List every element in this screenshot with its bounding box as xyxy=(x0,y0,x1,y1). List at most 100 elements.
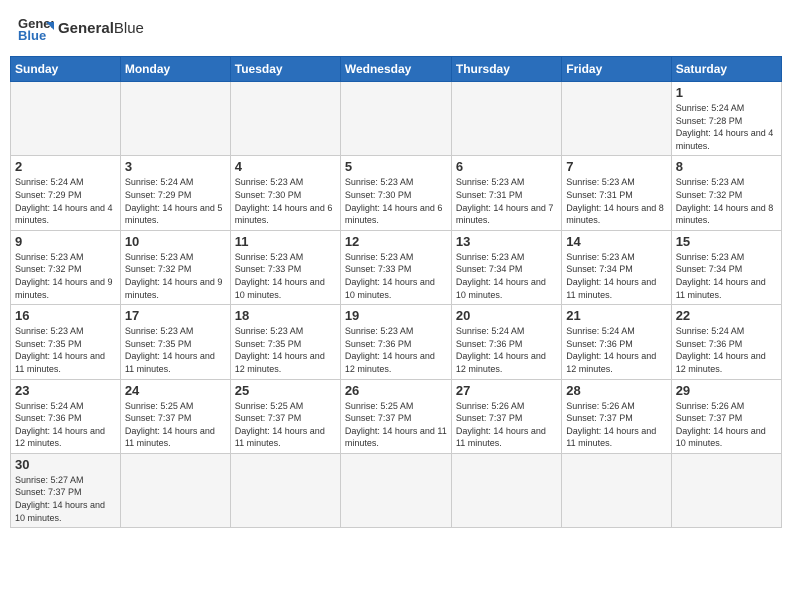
day-number: 19 xyxy=(345,308,447,323)
calendar-cell xyxy=(230,82,340,156)
calendar-week-row: 9 Sunrise: 5:23 AMSunset: 7:32 PMDaylight… xyxy=(11,230,782,304)
calendar-cell: 26 Sunrise: 5:25 AMSunset: 7:37 PMDayligh… xyxy=(340,379,451,453)
day-number: 21 xyxy=(566,308,666,323)
day-number: 24 xyxy=(125,383,226,398)
calendar-cell: 29Sunrise: 5:26 AMSunset: 7:37 PMDayligh… xyxy=(671,379,781,453)
calendar-cell xyxy=(451,453,561,527)
calendar-cell: 28 Sunrise: 5:26 AMSunset: 7:37 PMDayligh… xyxy=(562,379,671,453)
day-number: 30 xyxy=(15,457,116,472)
calendar-cell: 21 Sunrise: 5:24 AMSunset: 7:36 PMDayligh… xyxy=(562,305,671,379)
calendar-cell: 8Sunrise: 5:23 AMSunset: 7:32 PMDaylight… xyxy=(671,156,781,230)
day-number: 14 xyxy=(566,234,666,249)
calendar-cell xyxy=(451,82,561,156)
calendar-cell xyxy=(230,453,340,527)
calendar-cell: 3Sunrise: 5:24 AMSunset: 7:29 PMDaylight… xyxy=(120,156,230,230)
day-number: 18 xyxy=(235,308,336,323)
calendar-cell xyxy=(11,82,121,156)
day-number: 26 xyxy=(345,383,447,398)
calendar-cell: 6Sunrise: 5:23 AMSunset: 7:31 PMDaylight… xyxy=(451,156,561,230)
day-info: Sunrise: 5:23 AMSunset: 7:31 PMDaylight:… xyxy=(566,176,666,226)
calendar-cell: 13 Sunrise: 5:23 AMSunset: 7:34 PMDayligh… xyxy=(451,230,561,304)
day-number: 27 xyxy=(456,383,557,398)
day-number: 12 xyxy=(345,234,447,249)
day-number: 3 xyxy=(125,159,226,174)
day-number: 28 xyxy=(566,383,666,398)
calendar-header-wednesday: Wednesday xyxy=(340,57,451,82)
day-info: Sunrise: 5:24 AMSunset: 7:36 PMDaylight:… xyxy=(566,325,666,375)
day-info: Sunrise: 5:25 AMSunset: 7:37 PMDaylight:… xyxy=(345,400,447,450)
day-info: Sunrise: 5:23 AMSunset: 7:35 PMDaylight:… xyxy=(125,325,226,375)
calendar-cell: 2 Sunrise: 5:24 AMSunset: 7:29 PMDaylight… xyxy=(11,156,121,230)
calendar-header-friday: Friday xyxy=(562,57,671,82)
day-number: 5 xyxy=(345,159,447,174)
calendar-table: SundayMondayTuesdayWednesdayThursdayFrid… xyxy=(10,56,782,528)
calendar-cell: 22 Sunrise: 5:24 AMSunset: 7:36 PMDayligh… xyxy=(671,305,781,379)
day-number: 15 xyxy=(676,234,777,249)
calendar-cell: 5Sunrise: 5:23 AMSunset: 7:30 PMDaylight… xyxy=(340,156,451,230)
day-info: Sunrise: 5:25 AMSunset: 7:37 PMDaylight:… xyxy=(235,400,336,450)
day-info: Sunrise: 5:24 AMSunset: 7:29 PMDaylight:… xyxy=(15,176,116,226)
calendar-cell: 18 Sunrise: 5:23 AMSunset: 7:35 PMDayligh… xyxy=(230,305,340,379)
day-info: Sunrise: 5:23 AMSunset: 7:33 PMDaylight:… xyxy=(345,251,447,301)
day-number: 22 xyxy=(676,308,777,323)
calendar-header-row: SundayMondayTuesdayWednesdayThursdayFrid… xyxy=(11,57,782,82)
calendar-cell: 1 Sunrise: 5:24 AMSunset: 7:28 PMDaylight… xyxy=(671,82,781,156)
day-info: Sunrise: 5:23 AMSunset: 7:35 PMDaylight:… xyxy=(235,325,336,375)
calendar-cell xyxy=(340,82,451,156)
day-info: Sunrise: 5:24 AMSunset: 7:28 PMDaylight:… xyxy=(676,102,777,152)
day-number: 23 xyxy=(15,383,116,398)
day-info: Sunrise: 5:23 AMSunset: 7:34 PMDaylight:… xyxy=(676,251,777,301)
calendar-cell: 4 Sunrise: 5:23 AMSunset: 7:30 PMDaylight… xyxy=(230,156,340,230)
calendar-cell: 25Sunrise: 5:25 AMSunset: 7:37 PMDayligh… xyxy=(230,379,340,453)
calendar-cell: 7Sunrise: 5:23 AMSunset: 7:31 PMDaylight… xyxy=(562,156,671,230)
day-info: Sunrise: 5:26 AMSunset: 7:37 PMDaylight:… xyxy=(676,400,777,450)
day-number: 11 xyxy=(235,234,336,249)
day-number: 6 xyxy=(456,159,557,174)
calendar-cell: 19 Sunrise: 5:23 AMSunset: 7:36 PMDayligh… xyxy=(340,305,451,379)
calendar-cell: 30 Sunrise: 5:27 AMSunset: 7:37 PMDayligh… xyxy=(11,453,121,527)
day-info: Sunrise: 5:24 AMSunset: 7:36 PMDaylight:… xyxy=(456,325,557,375)
calendar-header-sunday: Sunday xyxy=(11,57,121,82)
day-info: Sunrise: 5:24 AMSunset: 7:36 PMDaylight:… xyxy=(676,325,777,375)
day-info: Sunrise: 5:23 AMSunset: 7:32 PMDaylight:… xyxy=(125,251,226,301)
day-info: Sunrise: 5:26 AMSunset: 7:37 PMDaylight:… xyxy=(566,400,666,450)
calendar-cell xyxy=(340,453,451,527)
day-info: Sunrise: 5:24 AMSunset: 7:36 PMDaylight:… xyxy=(15,400,116,450)
calendar-cell: 27 Sunrise: 5:26 AMSunset: 7:37 PMDayligh… xyxy=(451,379,561,453)
day-number: 17 xyxy=(125,308,226,323)
day-number: 4 xyxy=(235,159,336,174)
logo: General Blue GeneralBlue xyxy=(18,14,144,44)
day-number: 10 xyxy=(125,234,226,249)
calendar-cell: 12 Sunrise: 5:23 AMSunset: 7:33 PMDayligh… xyxy=(340,230,451,304)
day-info: Sunrise: 5:23 AMSunset: 7:32 PMDaylight:… xyxy=(676,176,777,226)
day-info: Sunrise: 5:23 AMSunset: 7:34 PMDaylight:… xyxy=(566,251,666,301)
calendar-week-row: 30 Sunrise: 5:27 AMSunset: 7:37 PMDayligh… xyxy=(11,453,782,527)
day-number: 9 xyxy=(15,234,116,249)
calendar-cell: 9Sunrise: 5:23 AMSunset: 7:32 PMDaylight… xyxy=(11,230,121,304)
page-header: General Blue GeneralBlue xyxy=(10,10,782,48)
logo-text: GeneralBlue xyxy=(58,20,144,38)
calendar-header-monday: Monday xyxy=(120,57,230,82)
day-info: Sunrise: 5:23 AMSunset: 7:36 PMDaylight:… xyxy=(345,325,447,375)
calendar-cell: 10 Sunrise: 5:23 AMSunset: 7:32 PMDayligh… xyxy=(120,230,230,304)
calendar-cell: 17 Sunrise: 5:23 AMSunset: 7:35 PMDayligh… xyxy=(120,305,230,379)
calendar-header-tuesday: Tuesday xyxy=(230,57,340,82)
day-number: 16 xyxy=(15,308,116,323)
calendar-week-row: 16 Sunrise: 5:23 AMSunset: 7:35 PMDayligh… xyxy=(11,305,782,379)
calendar-cell xyxy=(120,82,230,156)
day-info: Sunrise: 5:23 AMSunset: 7:35 PMDaylight:… xyxy=(15,325,116,375)
day-number: 1 xyxy=(676,85,777,100)
day-info: Sunrise: 5:23 AMSunset: 7:33 PMDaylight:… xyxy=(235,251,336,301)
calendar-header-thursday: Thursday xyxy=(451,57,561,82)
day-info: Sunrise: 5:27 AMSunset: 7:37 PMDaylight:… xyxy=(15,474,116,524)
day-info: Sunrise: 5:23 AMSunset: 7:34 PMDaylight:… xyxy=(456,251,557,301)
calendar-header-saturday: Saturday xyxy=(671,57,781,82)
calendar-cell xyxy=(120,453,230,527)
day-info: Sunrise: 5:26 AMSunset: 7:37 PMDaylight:… xyxy=(456,400,557,450)
day-number: 20 xyxy=(456,308,557,323)
calendar-week-row: 1 Sunrise: 5:24 AMSunset: 7:28 PMDaylight… xyxy=(11,82,782,156)
calendar-cell: 16 Sunrise: 5:23 AMSunset: 7:35 PMDayligh… xyxy=(11,305,121,379)
day-number: 13 xyxy=(456,234,557,249)
day-number: 2 xyxy=(15,159,116,174)
day-info: Sunrise: 5:23 AMSunset: 7:30 PMDaylight:… xyxy=(235,176,336,226)
